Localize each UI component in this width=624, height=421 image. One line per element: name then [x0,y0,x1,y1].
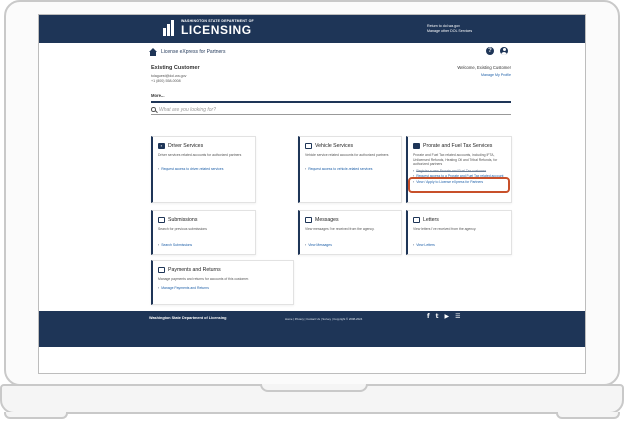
header-links: Return to dol.wa.gov Manage other DOL Se… [427,24,472,34]
payment-icon [158,267,165,273]
search-submissions-link[interactable]: › Search Submissions [158,243,255,248]
card-description: Driver services related accounts for aut… [158,153,242,157]
envelope-icon [413,217,420,223]
search-icon [151,107,158,113]
view-letters-link[interactable]: › View Letters [413,243,511,248]
car-icon [305,143,312,149]
card-title: Messages [315,217,339,223]
driver-request-link[interactable]: › Request access to driver-related servi… [158,167,255,172]
divider [151,101,511,103]
vehicle-request-link[interactable]: › Request access to vehicle-related serv… [305,167,401,172]
card-description: Search for previous submissions [158,227,207,231]
card-description: View letters I've received from the agen… [413,227,477,231]
app-title[interactable]: License eXpress for Partners [161,49,225,55]
card-title: Driver Services [168,143,204,149]
card-title: Payments and Returns [168,267,221,273]
card-description: Manage payments and returns for accounts… [158,277,250,281]
laptop-notch [260,384,368,392]
dol-logo[interactable]: WASHINGTON STATE DEPARTMENT OF LICENSING [163,20,254,36]
twitter-icon[interactable]: t [436,313,439,320]
home-icon[interactable] [149,48,157,56]
card-vehicle-services: Vehicle Services Vehicle service related… [298,136,402,203]
facebook-icon[interactable]: f [427,313,430,320]
welcome-block: Welcome, Existing Customer Manage My Pro… [409,65,511,77]
card-messages: Messages View messages I've received fro… [298,210,402,255]
message-icon [305,217,312,223]
laptop-foot-right [556,412,620,419]
card-title: Letters [423,217,439,223]
chevron-right-icon: › [158,166,160,171]
card-letters: Letters View letters I've received from … [406,210,512,255]
site-footer: Washington State Department of Licensing… [39,311,585,347]
card-submissions: Submissions Search for previous submissi… [151,210,256,255]
help-icon[interactable]: ? [486,47,494,55]
footer-org-name: Washington State Department of Licensing [149,316,227,320]
logo-agency-big: LICENSING [181,22,252,37]
id-card-icon: ▪ [158,143,165,149]
card-title: Prorate and Fuel Tax Services [423,143,493,149]
highlight-box [408,177,510,193]
search-bar [151,106,511,115]
view-messages-link[interactable]: › View Messages [305,243,401,248]
customer-name: Existing Customer [151,65,200,71]
chevron-right-icon: › [158,242,160,247]
rss-icon[interactable]: ☰ [455,313,460,320]
chevron-right-icon: › [158,285,160,290]
card-title: Submissions [168,217,198,223]
welcome-text: Welcome, Existing Customer [457,65,511,70]
browser-screen: WASHINGTON STATE DEPARTMENT OF LICENSING… [38,14,586,374]
user-account-icon[interactable] [500,47,508,55]
card-description: View messages I've received from the age… [305,227,375,231]
search-input[interactable] [159,107,499,113]
site-header: WASHINGTON STATE DEPARTMENT OF LICENSING… [39,15,585,43]
youtube-icon[interactable]: ▶ [445,313,450,320]
download-icon [158,217,165,223]
card-driver-services: ▪ Driver Services Driver services relate… [151,136,256,203]
manage-profile-link[interactable]: Manage My Profile [409,73,511,77]
manage-services-link[interactable]: Manage other DOL Services [427,29,472,34]
app-bar: License eXpress for Partners ? [149,45,511,59]
chevron-right-icon: › [305,242,307,247]
chevron-right-icon: › [305,166,307,171]
laptop-base [0,384,624,414]
customer-phone: +1 (800) 558-0008 [151,79,181,83]
social-links: f t ▶ ☰ [427,313,461,320]
manage-payments-link[interactable]: › Manage Payments and Returns [158,286,293,291]
truck-icon [413,143,420,149]
card-title: Vehicle Services [315,143,354,149]
more-toggle[interactable]: More... [151,93,165,98]
chevron-right-icon: › [413,242,415,247]
logo-bars-icon [163,20,177,36]
card-description: Prorate and Fuel Tax related accounts, i… [413,153,498,167]
laptop-foot-left [4,412,68,419]
card-payments-returns: Payments and Returns Manage payments and… [151,260,294,305]
footer-links[interactable]: Home | Privacy | Contact Us | Survey | C… [285,317,362,321]
customer-info: Existing Customer tolaguest@dol.wa.gov +… [151,65,200,84]
card-description: Vehicle service related accounts for aut… [305,153,389,157]
